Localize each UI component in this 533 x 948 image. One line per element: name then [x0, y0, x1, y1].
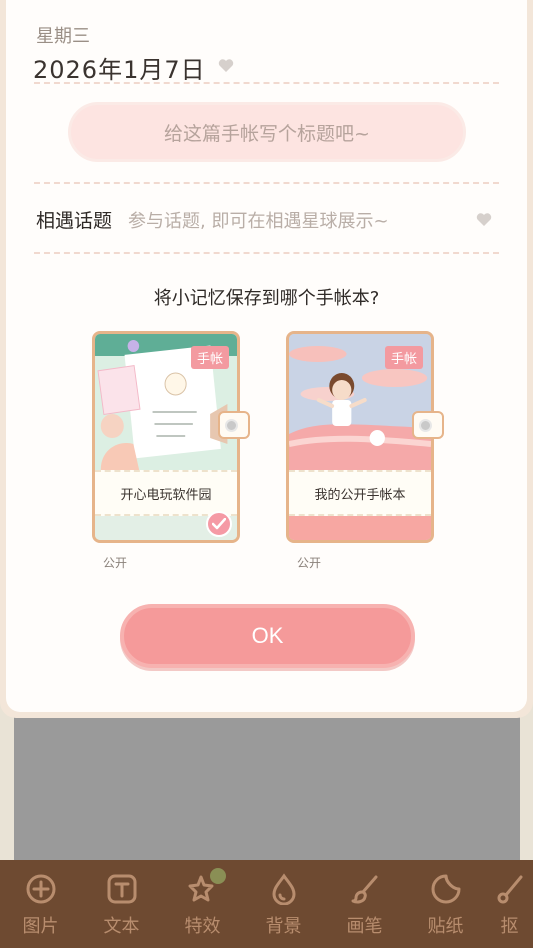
date-selector[interactable]: 2026年1月7日	[33, 50, 234, 85]
canvas-right-edge	[520, 700, 533, 860]
tool-label: 文本	[103, 916, 140, 937]
notebook-card[interactable]: 手帐 我的公开手帐本	[286, 331, 444, 543]
add-circle-icon	[24, 872, 58, 906]
notebook-cover: 手帐 我的公开手帐本	[286, 331, 434, 543]
tool-cutout[interactable]: 抠	[486, 860, 533, 948]
brush-icon	[348, 872, 382, 906]
book-clasp	[218, 411, 250, 439]
tool-label: 抠	[500, 916, 519, 937]
notebook-name: 我的公开手帐本	[289, 470, 431, 516]
title-placeholder: 给这篇手帐写个标题吧~	[164, 122, 370, 145]
drop-icon	[267, 872, 301, 906]
tool-label: 画笔	[346, 916, 383, 937]
heart-dropdown-icon[interactable]	[218, 58, 234, 77]
topic-selector[interactable]: 相遇话题 参与话题, 即可在相遇星球展示~	[36, 206, 496, 233]
tool-label: 背景	[265, 916, 302, 937]
tool-text[interactable]: 文本	[81, 860, 162, 948]
notebook-tag: 手帐	[190, 346, 229, 369]
sparkle-star-icon	[186, 868, 226, 906]
dashed-divider	[34, 252, 499, 254]
tool-effects[interactable]: 特效	[162, 860, 243, 948]
tool-brush[interactable]: 画笔	[324, 860, 405, 948]
topic-hint: 参与话题, 即可在相遇星球展示~	[128, 210, 389, 232]
text-box-icon	[105, 872, 139, 906]
date-text: 2026年1月7日	[33, 56, 206, 84]
notebook-privacy: 公开	[103, 556, 128, 570]
title-input[interactable]: 给这篇手帐写个标题吧~	[68, 102, 466, 162]
sticker-icon	[429, 872, 463, 906]
dashed-divider	[34, 82, 499, 84]
notebook-privacy: 公开	[297, 556, 322, 570]
dashed-divider	[34, 182, 499, 184]
notebook-card[interactable]: 手帐 开心电玩软件园	[92, 331, 250, 543]
tool-label: 特效	[184, 916, 221, 937]
tool-background[interactable]: 背景	[243, 860, 324, 948]
tool-image[interactable]: 图片	[0, 860, 81, 948]
canvas-left-edge	[0, 700, 14, 860]
clasp-button-icon	[419, 419, 432, 432]
editor-canvas	[14, 700, 520, 860]
ok-button[interactable]: OK	[120, 604, 415, 668]
weekday-label: 星期三	[36, 26, 90, 47]
topic-label: 相遇话题	[36, 210, 113, 232]
cover-bottom	[289, 516, 431, 540]
lock-badge-icon	[209, 868, 226, 884]
tool-sticker[interactable]: 贴纸	[405, 860, 486, 948]
clasp-button-icon	[225, 419, 238, 432]
notebook-question: 将小记忆保存到哪个手帐本?	[153, 288, 380, 309]
notebook-name: 开心电玩软件园	[95, 470, 237, 516]
tool-label: 图片	[22, 916, 59, 937]
tool-label: 贴纸	[427, 916, 464, 937]
book-clasp	[412, 411, 444, 439]
bottom-toolbar: 图片 文本 特效 背景 画笔 贴纸 抠	[0, 860, 533, 948]
scissors-icon	[493, 872, 527, 906]
heart-dropdown-icon[interactable]	[476, 212, 492, 231]
checkmark-icon	[206, 511, 232, 537]
notebook-tag: 手帐	[384, 346, 423, 369]
